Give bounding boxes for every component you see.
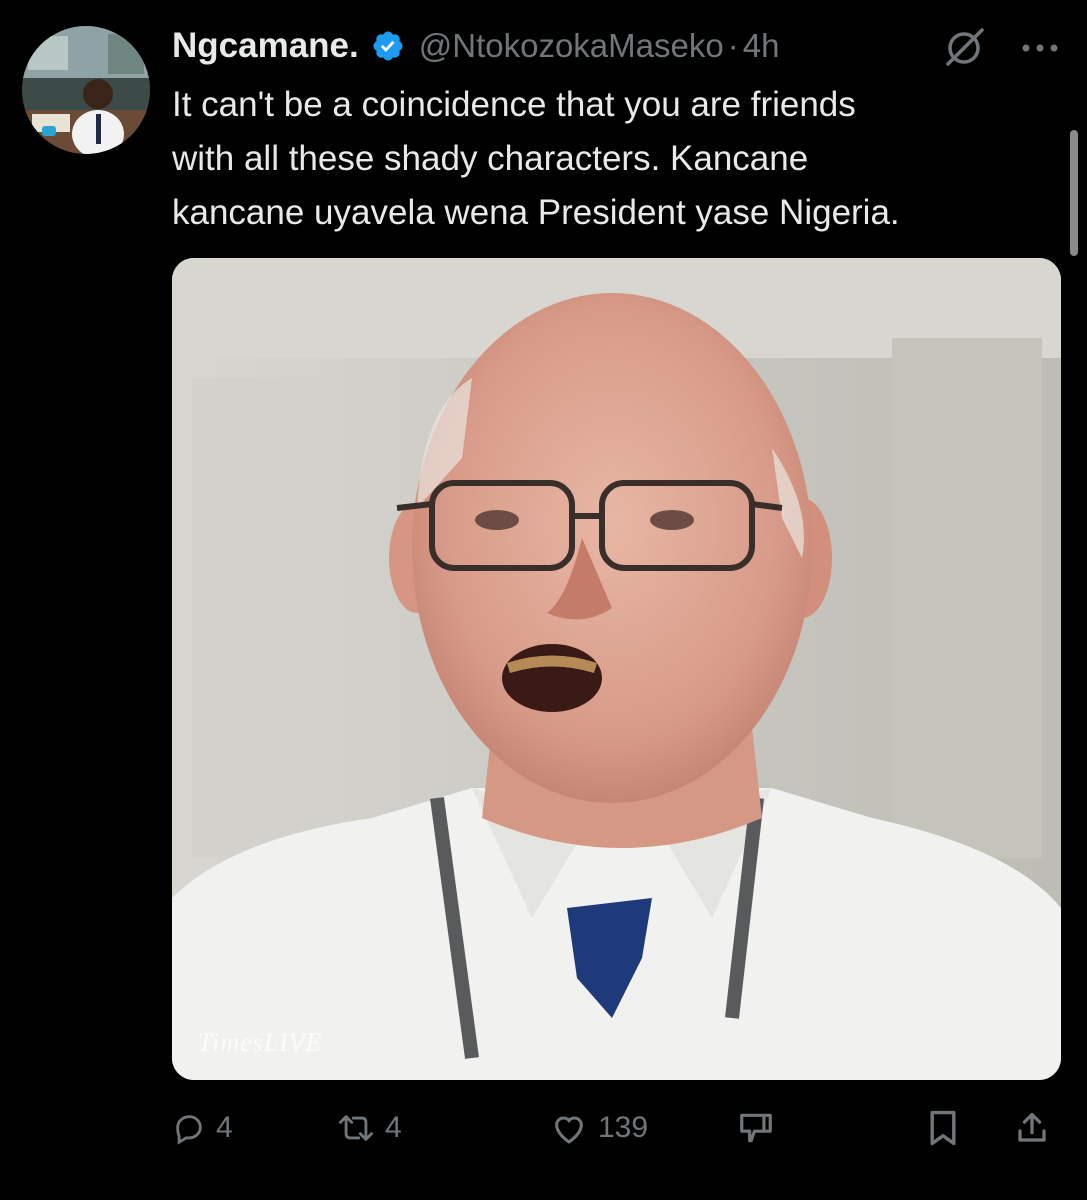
- grok-icon[interactable]: [942, 26, 986, 70]
- repost-count: 4: [385, 1111, 402, 1144]
- meta-separator: ·: [727, 27, 739, 64]
- more-icon[interactable]: [1016, 28, 1064, 68]
- share-icon: [1014, 1109, 1050, 1147]
- like-button[interactable]: 139: [550, 1100, 648, 1156]
- bookmark-button[interactable]: [926, 1100, 960, 1156]
- bookmark-icon: [926, 1109, 960, 1147]
- reply-button[interactable]: 4: [172, 1100, 233, 1156]
- tweet-text: It can't be a coincidence that you are f…: [172, 85, 900, 232]
- heart-icon: [550, 1111, 588, 1145]
- author-name[interactable]: Ngcamane.: [172, 26, 359, 66]
- tweet-time[interactable]: 4h: [743, 27, 780, 65]
- share-button[interactable]: [1014, 1100, 1050, 1156]
- tweet-header: Ngcamane. @NtokozokaMaseko · 4h: [172, 22, 1067, 70]
- repost-button[interactable]: 4: [337, 1100, 402, 1156]
- reply-icon: [172, 1111, 206, 1145]
- tweet-action-bar: 4 4 139: [172, 1100, 1067, 1156]
- tweet-media-image[interactable]: TimesLIVE: [172, 258, 1061, 1080]
- reply-count: 4: [216, 1111, 233, 1144]
- verified-badge-icon: [371, 29, 405, 63]
- like-count: 139: [598, 1111, 649, 1144]
- author-avatar[interactable]: [22, 26, 150, 154]
- dislike-button[interactable]: [737, 1100, 775, 1156]
- scrollbar[interactable]: [1070, 130, 1078, 256]
- media-watermark: TimesLIVE: [198, 1028, 323, 1057]
- photo-man-speaking: [172, 258, 1061, 1080]
- author-handle[interactable]: @NtokozokaMaseko: [419, 27, 724, 65]
- repost-icon: [337, 1111, 375, 1145]
- dislike-icon: [737, 1109, 775, 1147]
